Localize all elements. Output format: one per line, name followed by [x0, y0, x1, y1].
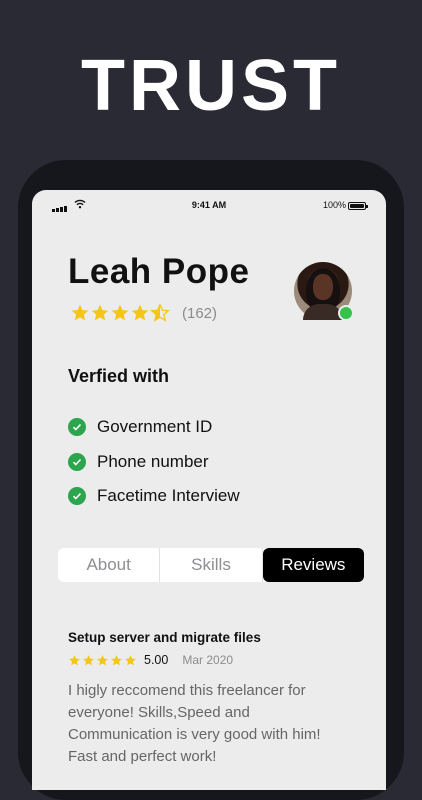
tab-skills[interactable]: Skills: [160, 548, 263, 582]
review-score: 5.00: [144, 653, 169, 667]
profile-tabs: About Skills Reviews: [58, 548, 364, 582]
rating-count: (162): [182, 304, 218, 322]
headline: TRUST: [81, 46, 341, 126]
star-full-icon: [83, 654, 94, 665]
tab-about[interactable]: About: [58, 548, 161, 582]
check-icon: [68, 418, 86, 437]
star-half-icon: [150, 303, 170, 322]
verification-item: Phone number: [68, 445, 240, 480]
phone-screen: 9:41 AM 100% Leah Pope (162) Verfied wit…: [32, 190, 386, 790]
verification-label: Government ID: [97, 417, 213, 437]
star-full-icon: [71, 304, 89, 321]
status-bar: 9:41 AM 100%: [32, 190, 386, 220]
profile-rating: (162): [70, 302, 217, 324]
profile-name: Leah Pope: [68, 252, 250, 291]
verification-label: Phone number: [97, 451, 209, 471]
review-date: Mar 2020: [182, 653, 234, 667]
star-full-icon: [91, 304, 109, 321]
check-icon: [68, 487, 86, 506]
star-full-icon: [125, 654, 136, 665]
star-full-icon: [111, 654, 122, 665]
verification-item: Government ID: [68, 410, 240, 445]
tab-reviews[interactable]: Reviews: [262, 548, 364, 582]
star-full-icon: [97, 654, 108, 665]
verification-title: Verfied with: [68, 366, 170, 386]
review-title: Setup server and migrate files: [68, 630, 261, 645]
verification-item: Facetime Interview: [68, 479, 240, 514]
star-full-icon: [131, 304, 149, 321]
star-full-icon: [69, 654, 80, 665]
review-text: I higly reccomend this freelancer for ev…: [68, 682, 321, 765]
check-icon: [68, 452, 86, 471]
battery-percentage: 100%: [322, 200, 346, 210]
star-full-icon: [111, 304, 129, 321]
online-status-indicator: [338, 305, 354, 321]
verification-list: Government ID Phone number Facetime Inte…: [68, 410, 240, 514]
verification-label: Facetime Interview: [97, 486, 240, 506]
battery-icon: [348, 202, 368, 210]
review-meta: 5.00 Mar 2020: [68, 652, 233, 668]
